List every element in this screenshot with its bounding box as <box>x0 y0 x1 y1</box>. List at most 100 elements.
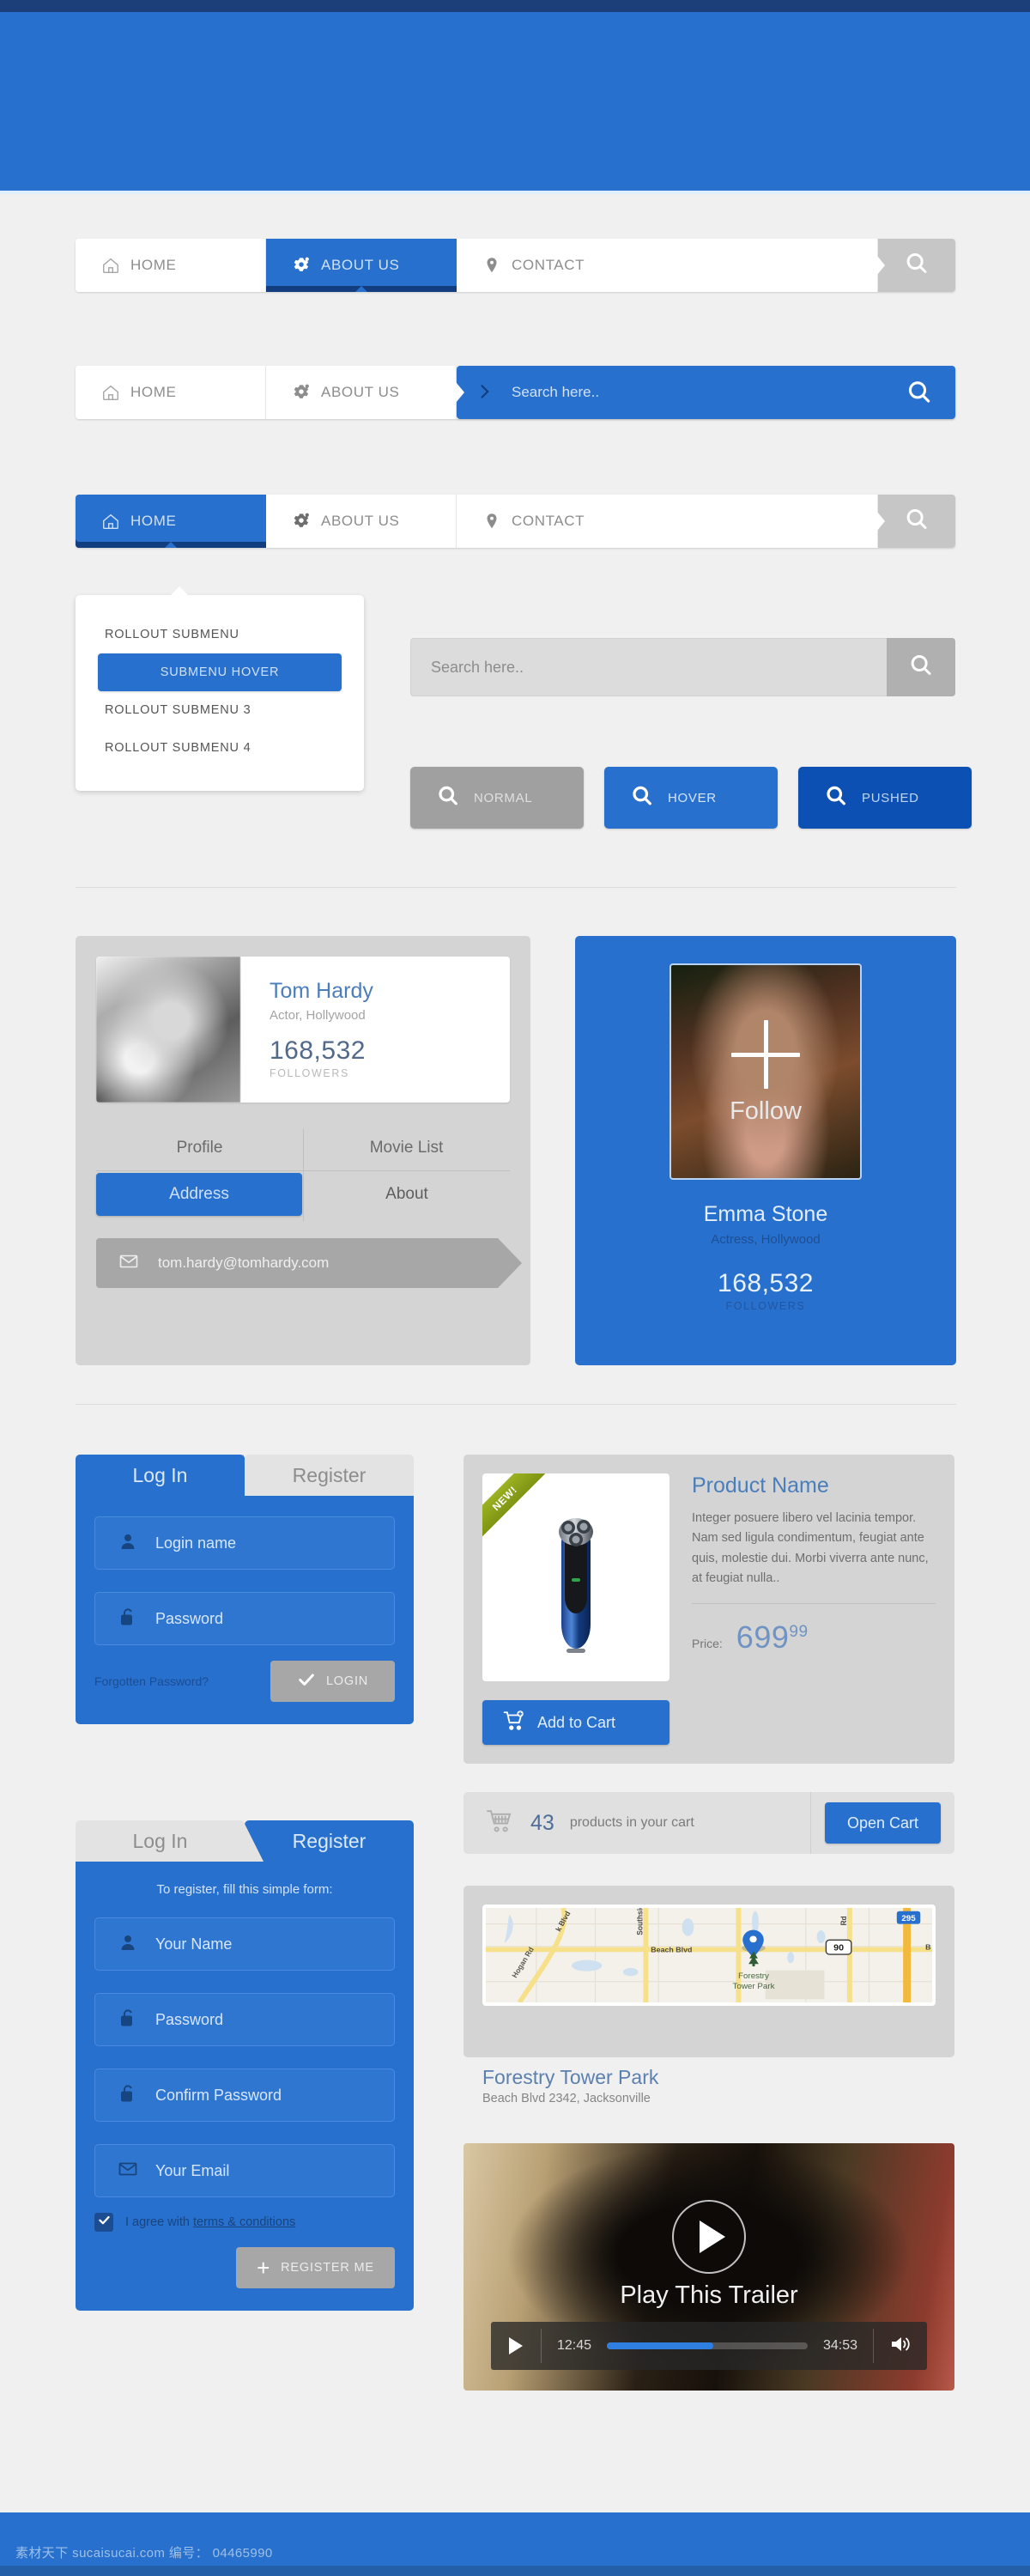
register-email-placeholder: Your Email <box>155 2161 230 2179</box>
nav3-item-home-label: HOME <box>130 513 177 529</box>
follow-followers-count: 168,532 <box>718 1269 814 1297</box>
new-ribbon-badge: NEW! <box>482 1473 549 1543</box>
tab-movie-list[interactable]: Movie List <box>303 1128 510 1171</box>
map-title[interactable]: Forestry Tower Park <box>482 2066 658 2089</box>
product-image-box: NEW! <box>482 1473 670 1681</box>
search-icon <box>904 507 930 537</box>
register-name-field[interactable]: Your Name <box>94 1917 395 1971</box>
terms-checkbox[interactable] <box>94 2213 113 2232</box>
navbar-2: HOME ABOUT US Search here.. <box>76 366 955 419</box>
submenu-item-4[interactable]: ROLLOUT SUBMENU 4 <box>98 729 342 767</box>
svg-text:B: B <box>925 1943 930 1952</box>
search-input-placeholder[interactable]: Search here.. <box>410 659 887 677</box>
play-button-small[interactable] <box>491 2337 541 2354</box>
profile-followers-label: FOLLOWERS <box>270 1067 349 1079</box>
register-form: Log In Register To register, fill this s… <box>76 1820 414 2311</box>
nav3-item-home[interactable]: HOME <box>76 495 266 548</box>
tabs-vertical-divider <box>303 1128 304 1221</box>
nav2-search-field[interactable]: Search here.. <box>456 366 955 419</box>
follow-label: Follow <box>730 1097 802 1125</box>
video-progress-bar[interactable] <box>607 2342 808 2349</box>
nav2-item-home[interactable]: HOME <box>76 366 266 419</box>
login-submit-button[interactable]: LOGIN <box>270 1661 395 1702</box>
nav2-item-about[interactable]: ABOUT US <box>266 366 457 419</box>
nav3-search-button[interactable] <box>877 495 955 548</box>
forgotten-password-link[interactable]: Forgotten Password? <box>94 1674 209 1690</box>
register-password-placeholder: Password <box>155 2010 224 2028</box>
play-icon <box>700 2221 725 2254</box>
divider-2 <box>76 1404 956 1405</box>
cart-text: products in your cart <box>569 1815 694 1830</box>
check-icon <box>297 1670 316 1692</box>
cart-add-icon <box>503 1710 525 1736</box>
product-image <box>559 1517 593 1653</box>
login-password-field[interactable]: Password <box>94 1592 395 1645</box>
nav3-item-about[interactable]: ABOUT US <box>266 495 457 548</box>
follow-avatar[interactable]: Follow <box>670 963 862 1180</box>
play-button-large[interactable] <box>672 2200 746 2275</box>
follow-card: Follow Emma Stone Actress, Hollywood 168… <box>575 936 956 1365</box>
avatar <box>96 957 240 1103</box>
search-field[interactable]: Search here.. <box>410 638 955 696</box>
register-confirm-password-field[interactable]: Confirm Password <box>94 2069 395 2122</box>
gear-icon <box>292 383 311 402</box>
search-icon <box>904 251 930 281</box>
home-icon <box>101 383 120 402</box>
lock-icon <box>118 2083 138 2108</box>
profile-email-bar[interactable]: tom.hardy@tomhardy.com <box>96 1238 522 1288</box>
tab-address[interactable]: Address <box>96 1173 302 1216</box>
terms-conditions-link[interactable]: terms & conditions <box>193 2215 295 2229</box>
tab-login-active[interactable]: Log In <box>76 1455 245 1496</box>
user-icon <box>118 1531 138 1556</box>
login-submit-label: LOGIN <box>325 1674 369 1688</box>
product-card: NEW! Add to Cart Product Name Integer po… <box>464 1455 954 1764</box>
submenu-item-3[interactable]: ROLLOUT SUBMENU 3 <box>98 691 342 729</box>
register-submit-button[interactable]: + REGISTER ME <box>236 2247 395 2288</box>
submenu-item-1[interactable]: ROLLOUT SUBMENU <box>98 616 342 653</box>
lock-icon <box>118 1607 138 1631</box>
video-player[interactable]: Play This Trailer 12:45 34:53 <box>464 2143 954 2391</box>
volume-button[interactable] <box>874 2334 927 2359</box>
register-email-field[interactable]: Your Email <box>94 2144 395 2197</box>
tab-register-active[interactable]: Register <box>245 1820 414 1862</box>
video-title: Play This Trailer <box>620 2281 798 2310</box>
login-form: Log In Register Login name Password Forg… <box>76 1455 414 1724</box>
nav2-item-about-label: ABOUT US <box>321 384 400 400</box>
nav1-item-contact[interactable]: CONTACT <box>457 239 878 292</box>
tab-profile[interactable]: Profile <box>96 1128 303 1171</box>
search-button-states: NORMAL HOVER PUSHED <box>410 767 972 829</box>
map-image[interactable]: Beach Blvd k Blvd Southsid Rd Hogan Rd F… <box>482 1905 936 2006</box>
divider-1 <box>76 887 956 888</box>
register-password-field[interactable]: Password <box>94 1993 395 2046</box>
add-to-cart-button[interactable]: Add to Cart <box>482 1700 670 1745</box>
hero-banner <box>0 12 1030 191</box>
search-button-hover[interactable]: HOVER <box>604 767 778 829</box>
profile-email-text: tom.hardy@tomhardy.com <box>158 1255 330 1271</box>
volume-icon <box>889 2334 912 2359</box>
terms-agree-row[interactable]: I agree with terms & conditions <box>94 2213 395 2232</box>
search-button-normal[interactable]: NORMAL <box>410 767 584 829</box>
profile-card: Tom Hardy Actor, Hollywood 168,532 FOLLO… <box>76 936 530 1365</box>
login-name-field[interactable]: Login name <box>94 1516 395 1570</box>
submenu-item-2-hover[interactable]: SUBMENU HOVER <box>98 653 342 691</box>
terms-agree-prefix: I agree with <box>125 2215 193 2229</box>
product-description: Integer posuere libero vel lacinia tempo… <box>692 1511 929 1586</box>
tab-login-inactive[interactable]: Log In <box>76 1820 245 1862</box>
register-submit-label: REGISTER ME <box>281 2261 374 2275</box>
search-submit-button[interactable] <box>887 638 955 696</box>
search-button-pushed-label: PUSHED <box>862 790 919 805</box>
nav1-search-button[interactable] <box>877 239 955 292</box>
nav3-item-contact[interactable]: CONTACT <box>457 495 878 548</box>
svg-text:Southsid: Southsid <box>635 1908 644 1935</box>
follow-role: Actress, Hollywood <box>711 1232 821 1247</box>
map-address: Beach Blvd 2342, Jacksonville <box>482 2092 651 2105</box>
nav1-item-home[interactable]: HOME <box>76 239 266 292</box>
nav3-item-contact-label: CONTACT <box>512 513 585 529</box>
login-form-tabs: Log In Register <box>76 1455 414 1496</box>
profile-name: Tom Hardy <box>270 979 373 1003</box>
open-cart-button[interactable]: Open Cart <box>825 1802 941 1844</box>
tab-register-inactive[interactable]: Register <box>245 1455 414 1496</box>
search-button-pushed[interactable]: PUSHED <box>798 767 972 829</box>
tab-about[interactable]: About <box>304 1173 510 1216</box>
nav1-item-about[interactable]: ABOUT US <box>266 239 457 292</box>
